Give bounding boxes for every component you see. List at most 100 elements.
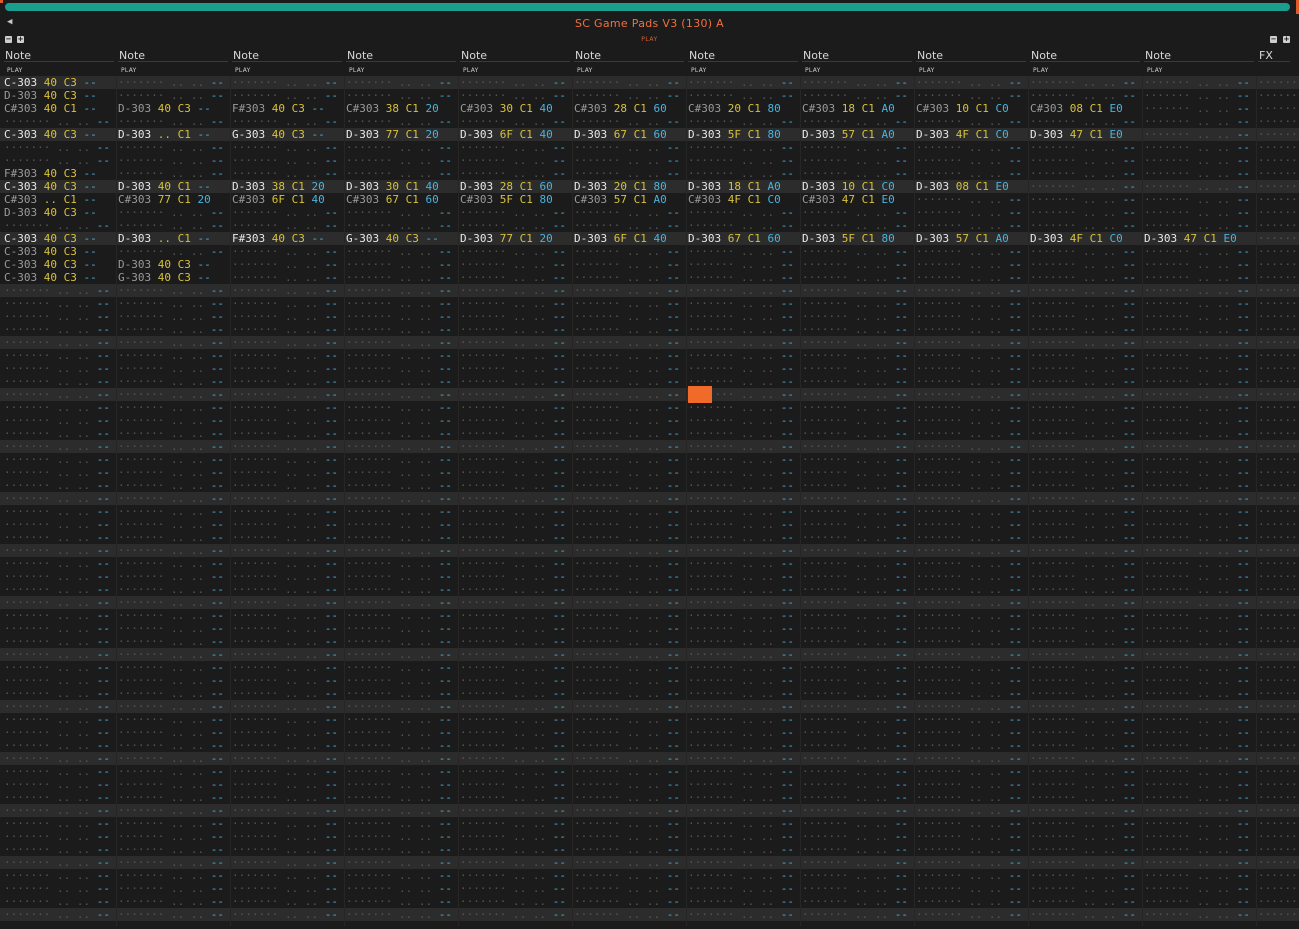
note-cell[interactable]: ······· .. .. -- (4, 622, 110, 635)
note-cell[interactable]: ······· .. .. -- (688, 765, 794, 778)
note-cell[interactable]: ······· .. .. -- (688, 609, 794, 622)
note-cell[interactable]: ······· .. .. -- (688, 206, 794, 219)
note-cell[interactable]: ······· .. .. -- (802, 622, 908, 635)
pattern-row[interactable]: ······· .. .. -- ······· .. .. -- ······· … (0, 570, 1299, 583)
note-cell[interactable]: ······· .. .. -- (118, 765, 224, 778)
note-cell[interactable]: ······· .. .. -- (118, 284, 224, 297)
note-cell[interactable]: ······· .. .. -- (4, 713, 110, 726)
note-cell[interactable]: ······· .. .. -- (1030, 609, 1136, 622)
note-cell[interactable]: ······· .. .. -- (1030, 492, 1136, 505)
note-cell[interactable]: ······· .. .. -- (1030, 271, 1136, 284)
note-cell[interactable]: ······· .. .. -- (4, 141, 110, 154)
note-cell[interactable]: ······· .. .. -- (574, 349, 680, 362)
note-cell[interactable]: ······· .. .. -- (1030, 739, 1136, 752)
note-cell[interactable]: ······· .. .. -- (802, 557, 908, 570)
note-cell[interactable]: ······· .. .. -- (574, 115, 680, 128)
note-cell[interactable]: ······· .. .. -- (4, 323, 110, 336)
note-cell[interactable]: ······· .. .. -- (460, 349, 566, 362)
note-cell[interactable]: ······· .. .. -- (346, 739, 452, 752)
note-cell[interactable]: ······· .. .. -- (916, 635, 1022, 648)
pattern-row[interactable]: F#303 40 C3 -- ······· .. .. -- ······· ..… (0, 167, 1299, 180)
note-cell[interactable]: ······· .. .. -- (1144, 713, 1250, 726)
note-cell[interactable]: ······· .. .. -- (118, 557, 224, 570)
note-cell[interactable]: ······· .. .. -- (574, 557, 680, 570)
note-cell[interactable]: ······· .. .. -- (460, 258, 566, 271)
note-cell[interactable]: ······· .. .. -- (1030, 115, 1136, 128)
note-cell[interactable]: ······· .. .. -- (118, 778, 224, 791)
master-fx-cell[interactable]: ······· (1258, 622, 1299, 635)
note-cell[interactable]: ······· .. .. -- (460, 89, 566, 102)
note-cell[interactable]: ······· .. .. -- (1030, 440, 1136, 453)
note-cell[interactable]: ······· .. .. -- (118, 596, 224, 609)
note-cell[interactable]: D-303 18 C1 A0 (688, 180, 781, 193)
note-cell[interactable]: ······· .. .. -- (346, 258, 452, 271)
note-cell[interactable]: ······· .. .. -- (232, 284, 338, 297)
note-cell[interactable]: C-303 40 C3 -- (4, 128, 97, 141)
note-cell[interactable]: ······· .. .. -- (1144, 310, 1250, 323)
note-cell[interactable]: ······· .. .. -- (232, 245, 338, 258)
note-cell[interactable]: ······· .. .. -- (916, 388, 1022, 401)
note-cell[interactable]: D-303 67 C1 60 (574, 128, 667, 141)
note-cell[interactable]: ······· .. .. -- (688, 89, 794, 102)
note-cell[interactable]: ······· .. .. -- (4, 219, 110, 232)
master-fx-cell[interactable]: ······· (1258, 297, 1299, 310)
note-cell[interactable]: ······· .. .. -- (4, 557, 110, 570)
pattern-row[interactable]: ······· .. .. -- ······· .. .. -- ······· … (0, 154, 1299, 167)
note-cell[interactable]: ······· .. .. -- (574, 310, 680, 323)
note-cell[interactable]: ······· .. .. -- (574, 453, 680, 466)
note-cell[interactable]: ······· .. .. -- (574, 362, 680, 375)
note-cell[interactable]: ······· .. .. -- (232, 76, 338, 89)
column-play-button[interactable]: PLAY (691, 67, 707, 74)
note-cell[interactable]: ······· .. .. -- (688, 518, 794, 531)
note-cell[interactable]: ······· .. .. -- (232, 440, 338, 453)
master-fx-cell[interactable]: ······· (1258, 89, 1299, 102)
note-cell[interactable]: ······· .. .. -- (916, 479, 1022, 492)
note-cell[interactable]: ······· .. .. -- (802, 466, 908, 479)
note-cell[interactable]: ······· .. .. -- (916, 349, 1022, 362)
note-cell[interactable]: D-303 .. C1 -- (118, 128, 211, 141)
note-cell[interactable]: ······· .. .. -- (460, 544, 566, 557)
note-cell[interactable]: ······· .. .. -- (232, 739, 338, 752)
master-fx-cell[interactable]: ······· (1258, 258, 1299, 271)
note-cell[interactable]: ······· .. .. -- (346, 401, 452, 414)
note-cell[interactable]: ······· .. .. -- (4, 336, 110, 349)
pattern-row[interactable]: ······· .. .. -- ······· .. .. -- ······· … (0, 700, 1299, 713)
note-cell[interactable]: C#303 57 C1 A0 (574, 193, 667, 206)
pattern-row[interactable]: C-303 40 C3 -- D-303 40 C3 -- ······· .. .… (0, 258, 1299, 271)
note-cell[interactable]: ······· .. .. -- (688, 713, 794, 726)
note-cell[interactable]: ······· .. .. -- (118, 544, 224, 557)
note-cell[interactable]: C#303 28 C1 60 (574, 102, 667, 115)
master-fx-cell[interactable]: ······· (1258, 206, 1299, 219)
note-cell[interactable]: ······· .. .. -- (1144, 622, 1250, 635)
note-cell[interactable]: ······· .. .. -- (346, 219, 452, 232)
note-cell[interactable]: ······· .. .. -- (1144, 414, 1250, 427)
note-cell[interactable]: ······· .. .. -- (688, 154, 794, 167)
note-cell[interactable]: ······· .. .. -- (1030, 76, 1136, 89)
pattern-row[interactable]: ······· .. .. -- ······· .. .. -- ······· … (0, 427, 1299, 440)
note-cell[interactable]: C#303 40 C1 -- (4, 102, 97, 115)
note-cell[interactable]: ······· .. .. -- (688, 115, 794, 128)
note-cell[interactable]: ······· .. .. -- (346, 167, 452, 180)
note-cell[interactable]: ······· .. .. -- (118, 414, 224, 427)
master-fx-cell[interactable]: ······· (1258, 596, 1299, 609)
note-cell[interactable]: ······· .. .. -- (1144, 128, 1250, 141)
note-cell[interactable]: ······· .. .. -- (460, 713, 566, 726)
note-cell[interactable]: ······· .. .. -- (916, 713, 1022, 726)
note-cell[interactable]: ······· .. .. -- (688, 349, 794, 362)
pattern-row[interactable]: ······· .. .. -- ······· .. .. -- ······· … (0, 336, 1299, 349)
note-cell[interactable]: ······· .. .. -- (118, 635, 224, 648)
master-fx-cell[interactable]: ······· (1258, 336, 1299, 349)
note-cell[interactable]: ······· .. .. -- (4, 596, 110, 609)
note-cell[interactable]: ······· .. .. -- (1030, 362, 1136, 375)
note-cell[interactable]: ······· .. .. -- (346, 700, 452, 713)
note-cell[interactable]: ······· .. .. -- (118, 115, 224, 128)
note-cell[interactable]: ······· .. .. -- (688, 466, 794, 479)
note-cell[interactable]: D-303 4F C1 C0 (916, 128, 1009, 141)
note-cell[interactable]: ······· .. .. -- (574, 245, 680, 258)
note-cell[interactable]: ······· .. .. -- (4, 635, 110, 648)
note-cell[interactable]: ······· .. .. -- (460, 362, 566, 375)
note-cell[interactable]: ······· .. .. -- (916, 687, 1022, 700)
note-cell[interactable]: ······· .. .. -- (460, 323, 566, 336)
note-cell[interactable]: ······· .. .. -- (346, 206, 452, 219)
note-cell[interactable]: ······· .. .. -- (916, 245, 1022, 258)
